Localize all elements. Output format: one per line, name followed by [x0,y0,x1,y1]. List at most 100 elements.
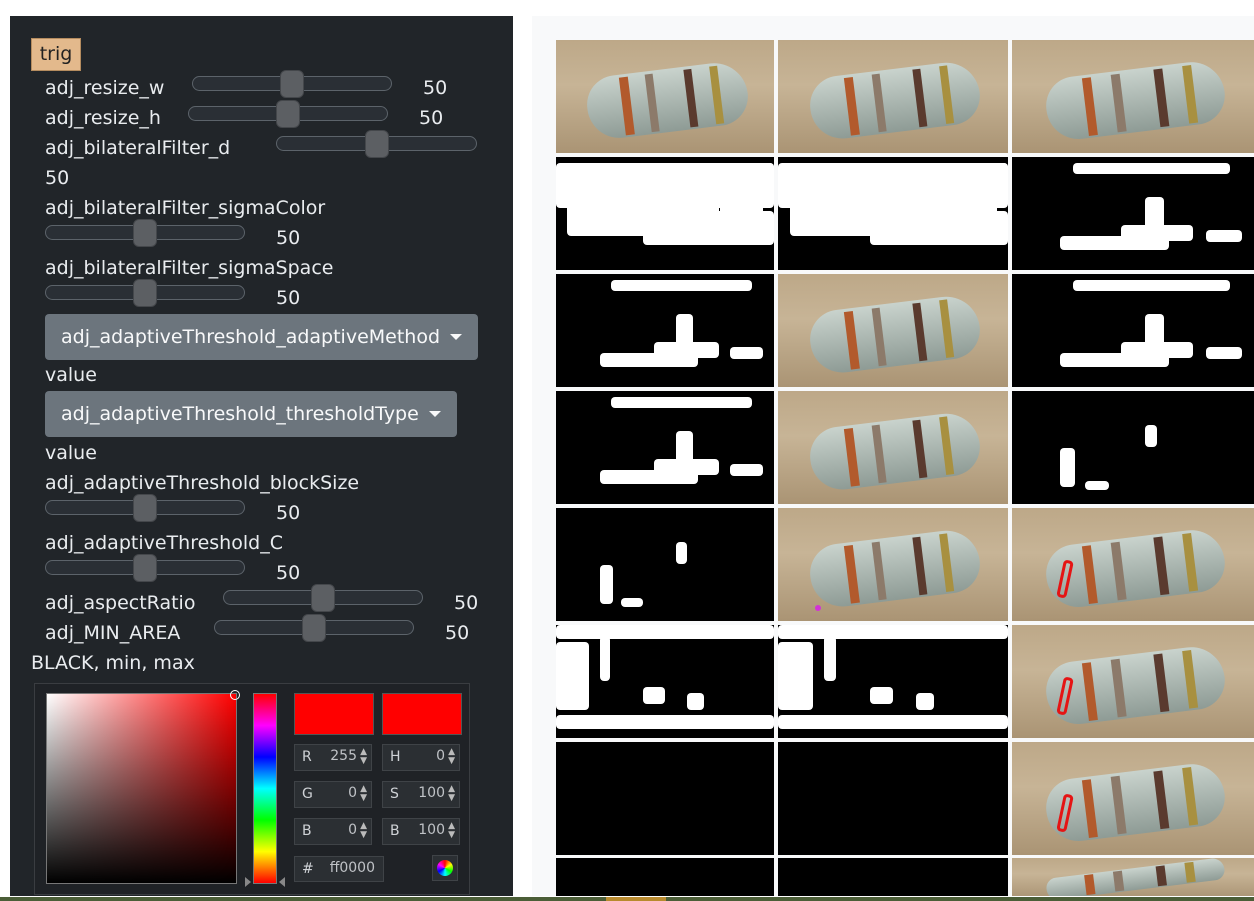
mask-blob [870,687,893,705]
slider-thumb[interactable] [133,279,157,307]
resistor-band [1112,870,1125,893]
hue-slider[interactable] [253,693,277,884]
adaptive-method-value: value [45,364,97,386]
resistor-band [1153,68,1170,128]
resistor-band [844,310,860,370]
binary-mask-thumbnail [556,274,774,387]
resistor-band [871,424,887,484]
aspect-ratio-slider[interactable] [223,584,423,612]
slider-thumb[interactable] [364,130,389,158]
control-panel: trig adj_resize_w 50 adj_resize_h 50 adj… [10,16,513,896]
hex-value[interactable]: ff0000 [330,860,375,876]
red-field[interactable]: R 255 ▲ ▼ [294,744,372,771]
slider-thumb[interactable] [280,70,304,98]
spinner-icon[interactable]: ▲ ▼ [360,748,367,766]
field-value[interactable]: 255 [330,748,357,764]
field-value[interactable]: 0 [348,822,357,838]
mask-blob [1084,481,1109,491]
slider-thumb[interactable] [133,554,157,582]
mask-blob [691,179,713,231]
saturation-value-area[interactable] [46,690,240,884]
resize-h-slider[interactable] [188,100,388,128]
bilateral-d-slider[interactable] [276,130,477,158]
resistor-band [1110,775,1127,835]
saturation-field[interactable]: S 100 ▲ ▼ [382,781,460,808]
mask-blob [556,641,589,710]
mask-blob [1072,162,1230,174]
resize-w-slider[interactable] [192,70,392,98]
spinner-icon[interactable]: ▲ ▼ [448,822,455,840]
resistor-photo-thumbnail [1012,742,1254,855]
mask-blob [654,458,720,475]
field-value[interactable]: 100 [418,785,445,801]
mask-blob [778,625,1008,639]
resistor-band [1110,541,1127,601]
threshold-c-value: 50 [276,562,301,584]
hue-field[interactable]: H 0 ▲ ▼ [382,744,460,771]
empty-mask-thumbnail [778,742,1008,855]
bottom-bar-accent [606,897,666,901]
adaptive-method-dropdown[interactable]: adj_adaptiveThreshold_adaptiveMethod [45,314,478,360]
resistor-photo-thumbnail [1012,625,1254,738]
sigma-color-slider[interactable] [45,219,245,247]
resistor-band [912,536,928,596]
mask-blob [1145,424,1158,448]
green-field[interactable]: G 0 ▲ ▼ [294,781,372,808]
dropdown-label: adj_adaptiveThreshold_adaptiveMethod [61,326,441,348]
spinner-icon[interactable]: ▲ ▼ [448,785,455,803]
mask-blob [916,692,935,710]
color-section-label: BLACK, min, max [31,652,195,674]
aspect-ratio-label: adj_aspectRatio [45,592,196,614]
resistor-photo-thumbnail [1012,40,1254,153]
mask-blob [778,641,813,710]
min-area-slider[interactable] [214,614,414,642]
min-area-value: 50 [445,622,470,644]
binary-mask-thumbnail [1012,274,1254,387]
mask-blob [1060,447,1075,488]
blue-field[interactable]: B 0 ▲ ▼ [294,818,372,845]
mask-blob [730,347,764,359]
mask-blob [599,564,613,605]
color-wheel-button[interactable] [432,855,458,881]
resistor-band [1110,658,1127,718]
sigma-space-slider[interactable] [45,279,245,307]
binary-mask-thumbnail [556,391,774,504]
resistor-photo-thumbnail [778,391,1008,504]
resistor-photo-thumbnail [1012,508,1254,621]
field-value[interactable]: 100 [418,822,445,838]
spinner-icon[interactable]: ▲ ▼ [448,748,455,766]
trig-button[interactable]: trig [31,38,81,71]
slider-thumb[interactable] [276,100,300,128]
block-size-slider[interactable] [45,494,245,522]
resistor-band [939,299,955,359]
mask-blob [741,162,774,197]
spinner-icon[interactable]: ▲ ▼ [360,822,367,840]
brightness-field[interactable]: B 100 ▲ ▼ [382,818,460,845]
field-value[interactable]: 0 [348,785,357,801]
slider-thumb[interactable] [133,494,157,522]
binary-mask-thumbnail [778,625,1008,738]
mask-blob [973,162,1008,197]
resistor-band [1082,545,1099,604]
resistor-band [1082,662,1099,721]
resistor-band [1183,862,1196,884]
resistor-band [844,544,860,604]
caret-down-icon [429,411,441,417]
slider-thumb[interactable] [311,584,335,612]
slider-thumb[interactable] [133,219,157,247]
resistor-band [912,419,928,479]
hex-field[interactable]: # ff0000 [294,856,384,882]
threshold-type-dropdown[interactable]: adj_adaptiveThreshold_thresholdType [45,391,457,437]
color-picker: R 255 ▲ ▼ H 0 ▲ ▼ G 0 ▲ ▼ S 100 ▲ ▼ B 0 ▲ ▼ B… [34,683,470,895]
slider-thumb[interactable] [302,614,326,642]
detection-dot [814,605,821,612]
field-value[interactable]: 0 [436,748,445,764]
resistor-photo-thumbnail [778,508,1008,621]
resistor-band [708,65,724,125]
picker-cursor[interactable] [230,690,240,700]
mask-blob [1120,341,1194,358]
current-color-swatch[interactable] [382,693,462,735]
threshold-c-slider[interactable] [45,554,245,582]
resistor-band [1082,77,1099,136]
spinner-icon[interactable]: ▲ ▼ [360,785,367,803]
